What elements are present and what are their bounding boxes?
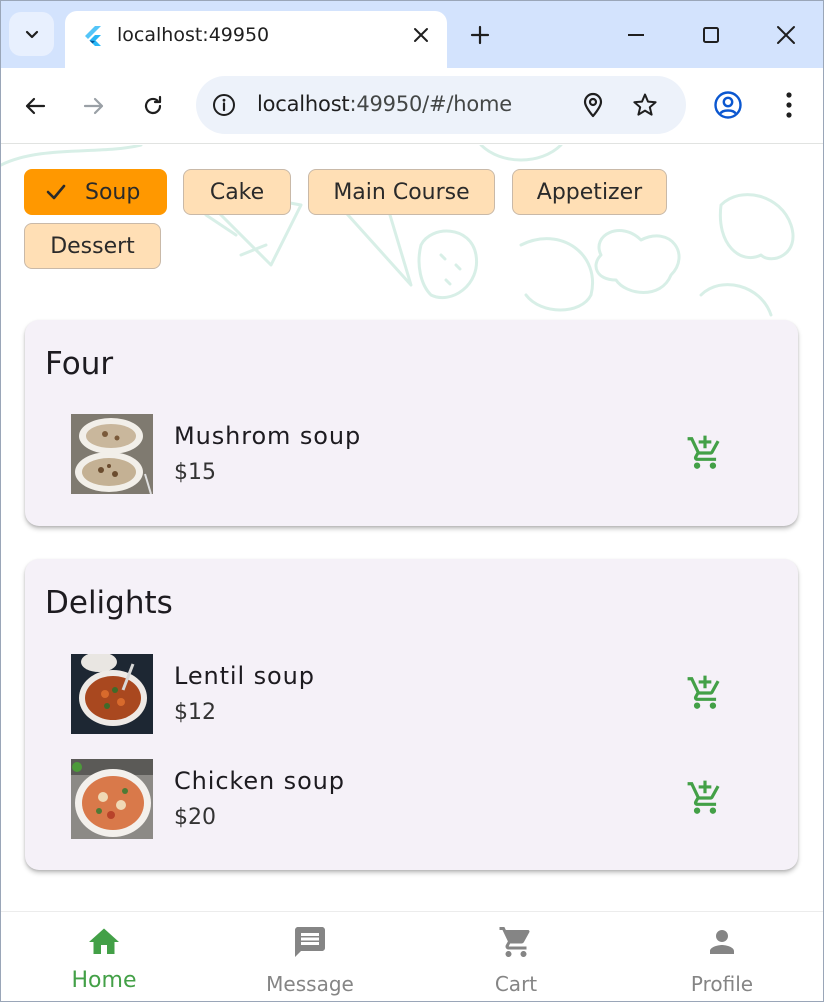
tab-title: localhost:49950 [117,24,270,46]
section-card: Delights Lentil soup $12 Chicken soup $2… [25,559,798,870]
item-name: Chicken soup [174,767,345,795]
message-icon [295,927,325,957]
home-icon [89,928,119,954]
add-to-cart-icon[interactable] [686,674,724,712]
add-to-cart-icon[interactable] [686,779,724,817]
minimize-button[interactable] [622,21,650,49]
item-price: $12 [174,700,216,725]
url-path: :49950/#/home [349,92,513,116]
nav-item-cart[interactable]: Cart [413,912,619,1001]
chip-label: Dessert [50,233,135,259]
food-image [71,654,153,734]
chip-appetizer[interactable]: Appetizer [512,169,667,215]
chevron-down-icon [25,30,38,39]
browser-toolbar: localhost:49950/#/home [1,68,823,144]
bookmark-star-icon[interactable] [632,92,658,118]
chip-dessert[interactable]: Dessert [24,223,161,269]
section-title: Four [45,346,114,382]
nav-item-message[interactable]: Message [207,912,413,1001]
nav-label: Profile [690,972,754,996]
bottom-navigation-bar: Home Message Cart Profile [1,911,823,1001]
nav-label: Cart [494,972,538,996]
chip-label: Main Course [333,179,470,205]
reload-button[interactable] [137,90,169,122]
close-icon [414,28,428,42]
forward-button[interactable] [78,90,110,122]
menu-item[interactable]: Lentil soup $12 [71,654,751,734]
tab-strip: localhost:49950 [1,1,823,69]
new-tab-button[interactable] [466,21,494,49]
menu-item[interactable]: Mushrom soup $15 [71,414,751,494]
section-card: Four Mushrom soup $15 [25,320,798,526]
chip-label: Appetizer [536,179,643,205]
plus-icon [470,25,490,45]
browser-window: localhost:49950 localhost:49950/#/home S… [0,0,824,1002]
menu-item[interactable]: Chicken soup $20 [71,759,751,839]
tab-search-button[interactable] [9,12,54,56]
nav-label: Message [266,972,354,996]
chip-label: Cake [209,179,265,205]
nav-item-home[interactable]: Home [1,912,207,1001]
more-vert-icon [786,92,792,118]
chip-label: Soup [85,179,141,205]
maximize-button[interactable] [697,21,725,49]
nav-label: Home [71,968,137,993]
item-price: $15 [174,460,216,485]
close-window-button[interactable] [772,21,800,49]
food-image [71,414,153,494]
section-title: Delights [45,585,173,621]
flutter-icon [85,26,101,46]
reload-icon [144,95,162,115]
back-button[interactable] [19,90,51,122]
food-image [71,759,153,839]
address-bar[interactable]: localhost:49950/#/home [196,76,686,134]
profile-icon[interactable] [712,89,744,121]
nav-item-profile[interactable]: Profile [619,912,823,1001]
browser-menu-button[interactable] [779,89,799,121]
check-icon [46,184,66,200]
item-name: Lentil soup [174,662,315,690]
browser-tab[interactable]: localhost:49950 [65,11,447,69]
add-to-cart-icon[interactable] [686,434,724,472]
maximize-icon [703,27,719,43]
item-price: $20 [174,805,216,830]
person-icon [710,930,734,954]
info-icon[interactable] [212,93,236,117]
item-name: Mushrom soup [174,422,362,450]
location-pin-icon[interactable] [580,92,606,118]
minimize-icon [628,34,644,36]
tab-close-button[interactable] [409,23,433,47]
arrow-right-icon [83,97,104,115]
arrow-left-icon [25,97,46,115]
chip-main-course[interactable]: Main Course [308,169,495,215]
chip-soup[interactable]: Soup [24,169,167,215]
cart-icon [499,927,530,957]
page-content: Soup Cake Main Course Appetizer Dessert … [1,145,823,911]
url-host: localhost [257,92,350,116]
close-icon [777,26,795,44]
chip-cake[interactable]: Cake [183,169,291,215]
url-text: localhost:49950/#/home [257,92,512,116]
